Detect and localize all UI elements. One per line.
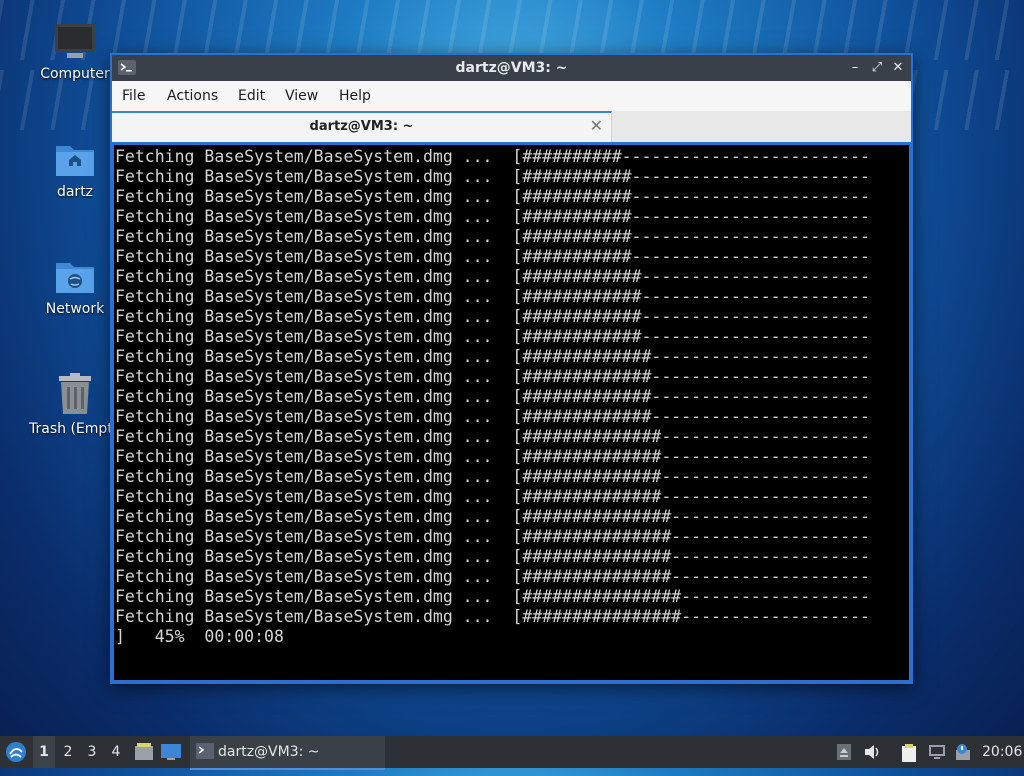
desktop-icon-label: Trash (Empty) — [29, 421, 111, 437]
terminal-output[interactable]: Fetching BaseSystem/BaseSystem.dmg ... [… — [114, 145, 909, 680]
tab-terminal[interactable]: dartz@VM3: ~ ✕ — [112, 111, 612, 142]
lubuntu-logo-icon — [6, 742, 26, 762]
close-button[interactable]: ✕ — [888, 58, 908, 78]
volume-icon[interactable] — [864, 744, 880, 760]
network-folder-icon — [56, 263, 94, 293]
network-icon[interactable] — [928, 744, 945, 760]
tab-bar: dartz@VM3: ~ ✕ — [112, 111, 911, 142]
minimize-button[interactable]: – — [845, 58, 865, 78]
menu-bar: File Actions Edit View Help — [112, 81, 911, 111]
update-notifier-icon[interactable] — [954, 744, 970, 760]
file-manager-icon — [135, 743, 153, 760]
tab-close-icon[interactable]: ✕ — [590, 116, 603, 135]
taskbar: 1 2 3 4 dartz@VM3: ~ 20:06 — [0, 736, 1024, 770]
desktop-icon-trash[interactable]: Trash (Empty) — [25, 373, 111, 437]
menu-view[interactable]: View — [285, 88, 318, 104]
terminal-text: Fetching BaseSystem/BaseSystem.dmg ... [… — [115, 147, 870, 646]
clipboard-icon[interactable] — [900, 744, 916, 762]
workspace-3[interactable]: 3 — [81, 736, 103, 768]
file-manager-launcher[interactable] — [134, 736, 156, 768]
menu-help[interactable]: Help — [339, 88, 371, 104]
show-desktop-button[interactable] — [160, 736, 184, 768]
terminal-icon — [196, 743, 214, 759]
home-folder-icon — [56, 146, 94, 176]
trash-icon — [59, 373, 91, 414]
workspace-2[interactable]: 2 — [57, 736, 79, 768]
workspace-4[interactable]: 4 — [105, 736, 127, 768]
menu-actions[interactable]: Actions — [167, 88, 218, 104]
taskbar-button-terminal[interactable]: dartz@VM3: ~ — [190, 736, 385, 770]
eject-icon[interactable] — [836, 744, 852, 760]
tab-label: dartz@VM3: ~ — [309, 119, 414, 134]
taskbar-button-label: dartz@VM3: ~ — [218, 744, 320, 760]
menu-edit[interactable]: Edit — [238, 88, 265, 104]
show-desktop-icon — [161, 744, 181, 760]
workspace-1[interactable]: 1 — [33, 736, 55, 768]
terminal-window[interactable]: dartz@VM3: ~ – ⤢ ✕ File Actions Edit Vie… — [110, 53, 913, 684]
computer-icon — [55, 24, 95, 58]
window-title: dartz@VM3: ~ — [455, 60, 568, 76]
menu-file[interactable]: File — [122, 88, 145, 104]
window-titlebar[interactable]: dartz@VM3: ~ – ⤢ ✕ — [112, 55, 911, 81]
start-menu-button[interactable] — [4, 736, 30, 768]
clock[interactable]: 20:06 — [982, 736, 1022, 768]
restore-button[interactable]: ⤢ — [867, 58, 887, 78]
wallpaper-streak — [0, 0, 1024, 60]
